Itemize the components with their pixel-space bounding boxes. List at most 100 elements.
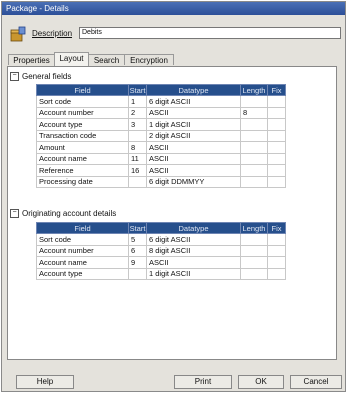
cell: Sort code [36,233,129,246]
cell: 11 [128,152,147,165]
cell [240,141,268,154]
cell [267,129,286,142]
cell: Account number [36,244,129,257]
column-header-datatype[interactable]: Datatype [146,222,241,234]
cell: ASCII [146,256,241,269]
section-title: General fields [22,72,72,81]
table-row[interactable]: Account number 2 ASCII 8 [36,106,286,119]
cell: 6 [128,244,147,257]
cell [240,95,268,108]
cell: 6 digit DDMMYY [146,175,241,188]
cell: 1 digit ASCII [146,118,241,131]
package-icon [10,26,26,42]
tab-encryption[interactable]: Encryption [124,54,174,65]
table-row[interactable]: Sort code 1 6 digit ASCII [36,95,286,108]
cell [267,175,286,188]
collapse-icon[interactable]: − [10,209,19,219]
package-details-window: Package - Details Description Debits Pro… [1,1,346,392]
cell [267,152,286,165]
table-row[interactable]: Account name 9 ASCII [36,256,286,269]
cell [267,233,286,246]
cell: 1 digit ASCII [146,267,241,280]
cell [240,256,268,269]
cell: Transaction code [36,129,129,142]
table-row[interactable]: Reference 16 ASCII [36,164,286,177]
cell: 16 [128,164,147,177]
cell: Reference [36,164,129,177]
description-field[interactable]: Debits [79,27,341,39]
cell: Sort code [36,95,129,108]
cell [267,95,286,108]
cell: ASCII [146,164,241,177]
column-header-field[interactable]: Field [36,84,129,96]
column-header-fix[interactable]: Fix [267,84,286,96]
cell: 5 [128,233,147,246]
column-header-fix[interactable]: Fix [267,222,286,234]
cancel-button[interactable]: Cancel [290,375,342,389]
section-title: Originating account details [22,209,117,218]
cell: 8 digit ASCII [146,244,241,257]
column-header-field[interactable]: Field [36,222,129,234]
table-row[interactable]: Amount 8 ASCII [36,141,286,154]
cell [267,164,286,177]
cell: 3 [128,118,147,131]
cell: 1 [128,95,147,108]
originating-account-table: Field Start Datatype Length Fix Sort cod… [36,222,286,280]
table-row[interactable]: Account type 3 1 digit ASCII [36,118,286,131]
column-header-length[interactable]: Length [240,84,268,96]
column-header-datatype[interactable]: Datatype [146,84,241,96]
column-header-start[interactable]: Start [128,84,147,96]
table-header-row: Field Start Datatype Length Fix [36,84,286,96]
table-row[interactable]: Account type 1 digit ASCII [36,267,286,280]
table-row[interactable]: Account name 11 ASCII [36,152,286,165]
cell: ASCII [146,106,241,119]
cell: ASCII [146,141,241,154]
cell [267,256,286,269]
cell [240,129,268,142]
cell: Account type [36,267,129,280]
cell: Account number [36,106,129,119]
tab-layout[interactable]: Layout [54,52,89,66]
cell [267,244,286,257]
cell: Account name [36,256,129,269]
table-header-row: Field Start Datatype Length Fix [36,222,286,234]
cell: Processing date [36,175,129,188]
table-row[interactable]: Account number 6 8 digit ASCII [36,244,286,257]
section-general-fields[interactable]: − General fields [10,72,72,82]
tab-properties[interactable]: Properties [8,54,55,65]
tab-search[interactable]: Search [88,54,125,65]
cell: 8 [128,141,147,154]
print-button[interactable]: Print [174,375,232,389]
cell: 6 digit ASCII [146,233,241,246]
general-fields-table: Field Start Datatype Length Fix Sort cod… [36,84,286,188]
cell [240,267,268,280]
help-button[interactable]: Help [16,375,74,389]
column-header-length[interactable]: Length [240,222,268,234]
ok-button[interactable]: OK [238,375,284,389]
cell: 6 digit ASCII [146,95,241,108]
cell: 2 [128,106,147,119]
cell [267,267,286,280]
cell [128,175,147,188]
section-originating-account[interactable]: − Originating account details [10,209,117,219]
cell: 2 digit ASCII [146,129,241,142]
layout-panel: − General fields Field Start Datatype Len… [7,66,337,360]
window-title: Package - Details [2,2,345,15]
cell [240,118,268,131]
cell [240,164,268,177]
table-row[interactable]: Transaction code 2 digit ASCII [36,129,286,142]
column-header-start[interactable]: Start [128,222,147,234]
cell [240,244,268,257]
cell [267,106,286,119]
cell: Amount [36,141,129,154]
cell [128,129,147,142]
button-bar: Help Print OK Cancel [2,375,347,391]
collapse-icon[interactable]: − [10,72,19,82]
cell [240,175,268,188]
cell [267,141,286,154]
table-row[interactable]: Sort code 5 6 digit ASCII [36,233,286,246]
description-label: Description [32,29,73,38]
table-row[interactable]: Processing date 6 digit DDMMYY [36,175,286,188]
cell: Account name [36,152,129,165]
cell: 8 [240,106,268,119]
